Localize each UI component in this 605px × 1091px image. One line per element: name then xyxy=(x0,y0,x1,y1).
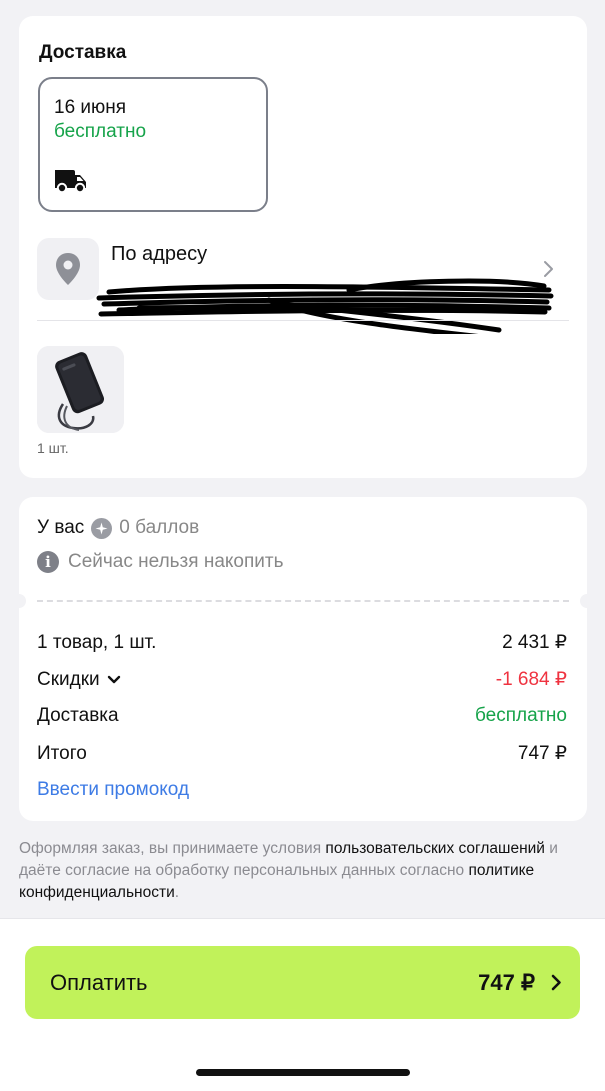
delivery-card: Доставка 16 июня бесплатно По адресу 1 ш… xyxy=(19,16,587,478)
product-thumbnail[interactable] xyxy=(37,346,124,433)
order-summary-card: У вас 0 баллов i Сейчас нельзя накопить … xyxy=(12,497,594,821)
goods-row: 1 товар, 1 шт. 2 431 ₽ xyxy=(37,631,567,654)
discount-value: -1 684 ₽ xyxy=(495,669,567,690)
legal-notice: Оформляя заказ, вы принимаете условия по… xyxy=(19,838,584,904)
redaction-scribble xyxy=(96,278,554,334)
discount-row: Скидки -1 684 ₽ xyxy=(37,668,567,691)
address-title[interactable]: По адресу xyxy=(111,243,207,266)
ticket-notch-left xyxy=(12,594,26,608)
total-row: Итого 747 ₽ xyxy=(37,742,567,765)
bonus-balance: У вас 0 баллов xyxy=(37,517,199,539)
promo-code-link[interactable]: Ввести промокод xyxy=(37,779,189,801)
bonus-points: 0 баллов xyxy=(119,517,200,538)
discount-toggle[interactable]: Скидки xyxy=(37,669,121,691)
legal-text-1: Оформляя заказ, вы принимаете условия xyxy=(19,840,326,857)
discount-label: Скидки xyxy=(37,668,100,690)
bonus-star-icon xyxy=(91,517,113,539)
bonus-prefix: У вас xyxy=(37,517,85,538)
dashed-divider xyxy=(37,600,569,602)
truck-icon xyxy=(55,170,86,193)
divider xyxy=(37,320,569,321)
location-pin-icon xyxy=(56,253,80,285)
delivery-date-option[interactable]: 16 июня бесплатно xyxy=(38,77,268,212)
total-label: Итого xyxy=(37,742,87,764)
delivery-cost-row: Доставка бесплатно xyxy=(37,705,567,727)
legal-text-3: . xyxy=(174,884,180,901)
delivery-date: 16 июня xyxy=(54,97,127,118)
chevron-down-icon xyxy=(107,675,120,683)
user-agreement-link[interactable]: пользовательских соглашений xyxy=(325,840,545,857)
chevron-right-icon[interactable] xyxy=(543,260,555,278)
goods-label: 1 товар, 1 шт. xyxy=(37,631,157,653)
pay-button[interactable]: Оплатить 747 ₽ xyxy=(25,946,580,1019)
home-indicator xyxy=(196,1069,410,1076)
product-quantity: 1 шт. xyxy=(37,440,69,456)
bonus-note-text: Сейчас нельзя накопить xyxy=(68,551,284,572)
delivery-title: Доставка xyxy=(39,42,127,63)
chevron-right-icon xyxy=(551,974,561,991)
pay-button-label: Оплатить xyxy=(50,969,148,995)
power-bank-image xyxy=(37,346,124,433)
total-value: 747 ₽ xyxy=(517,743,567,764)
ticket-notch-right xyxy=(580,594,594,608)
pay-button-amount-group: 747 ₽ xyxy=(478,970,562,996)
goods-value: 2 431 ₽ xyxy=(502,632,567,653)
pay-button-amount: 747 ₽ xyxy=(478,969,535,995)
bonus-note: i Сейчас нельзя накопить xyxy=(37,551,284,573)
delivery-cost-label: Доставка xyxy=(37,705,119,726)
info-icon: i xyxy=(37,551,59,573)
delivery-cost-value: бесплатно xyxy=(474,705,567,726)
delivery-price: бесплатно xyxy=(54,121,147,142)
